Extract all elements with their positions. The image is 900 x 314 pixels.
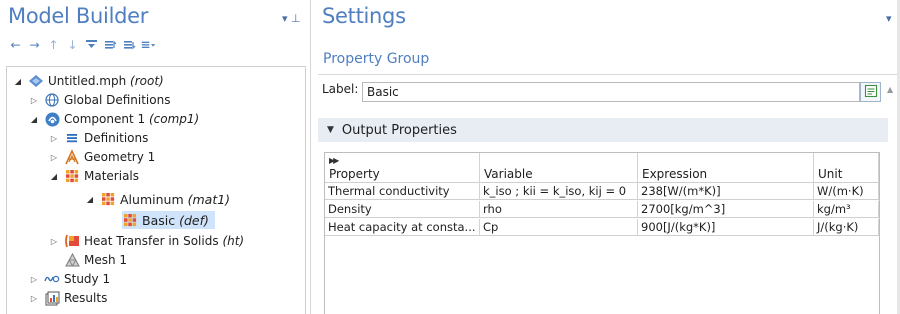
table-header: ▶▶ Property Variable Expression Unit xyxy=(325,153,879,183)
model-builder-title: Model Builder xyxy=(8,4,149,28)
section-output-properties[interactable]: ▼ Output Properties xyxy=(318,118,888,142)
table-row[interactable]: Thermal conductivity k_iso ; kii = k_iso… xyxy=(325,183,879,200)
cell-variable[interactable]: Cp xyxy=(480,219,638,236)
tree-node-root[interactable]: ◢ Untitled.mph (root) xyxy=(12,72,164,90)
list-menu-icon[interactable] xyxy=(141,37,156,53)
settings-menu-icon[interactable]: ▾ xyxy=(886,12,892,25)
tree-label: Component 1 xyxy=(64,112,146,126)
expand-arrow-icon[interactable]: ▷ xyxy=(28,96,40,105)
divider xyxy=(318,74,900,75)
material-icon xyxy=(100,191,116,207)
tree-node-global-definitions[interactable]: ▷ Global Definitions xyxy=(28,91,171,109)
model-icon xyxy=(28,73,44,89)
expand-arrow-icon[interactable]: ▷ xyxy=(48,237,60,246)
column-header-expression[interactable]: Expression xyxy=(638,153,814,183)
definitions-icon xyxy=(64,130,80,146)
model-builder-toolbar: ← → ↑ ↓ xyxy=(8,36,160,54)
column-header-property[interactable]: Property xyxy=(325,153,480,183)
globe-icon xyxy=(44,92,60,108)
component-icon xyxy=(44,111,60,127)
tree-node-definitions[interactable]: ▷ Definitions xyxy=(48,129,148,147)
collapse-icon[interactable] xyxy=(103,37,118,53)
tree-tag: (def) xyxy=(179,212,209,228)
tree-node-geometry[interactable]: ▷ Geometry 1 xyxy=(48,148,155,166)
label-input[interactable] xyxy=(362,82,860,102)
collapse-arrow-icon[interactable]: ▼ xyxy=(327,125,334,135)
column-header-variable[interactable]: Variable xyxy=(480,153,638,183)
tree-node-mesh[interactable]: Mesh 1 xyxy=(64,251,127,269)
column-header-unit[interactable]: Unit xyxy=(814,153,879,183)
cell-unit[interactable]: J/(kg·K) xyxy=(814,219,879,236)
cell-unit[interactable]: W/(m·K) xyxy=(814,183,879,200)
tree-node-heat-transfer[interactable]: ▷ Heat Transfer in Solids (ht) xyxy=(48,232,244,250)
cell-property[interactable]: Heat capacity at consta... xyxy=(325,219,480,236)
tree-tag: (comp1) xyxy=(148,112,200,126)
results-icon xyxy=(44,290,60,306)
tree-label: Definitions xyxy=(84,131,149,145)
tree-label: Aluminum xyxy=(120,191,184,207)
settings-panel: Settings ▾ Property Group Label: ▲ ▼ Out… xyxy=(318,0,900,314)
tree-label: Untitled.mph xyxy=(48,74,127,88)
arrow-left-icon[interactable]: ← xyxy=(8,37,23,53)
cell-variable[interactable]: rho xyxy=(480,201,638,218)
tree-tag: (root) xyxy=(130,74,164,88)
expand-arrow-icon[interactable]: ▷ xyxy=(48,134,60,143)
label-caption: Label: xyxy=(322,82,359,96)
label-row: Label: xyxy=(322,82,360,96)
tree-node-study[interactable]: ▷ Study 1 xyxy=(28,270,110,288)
expand-arrow-icon[interactable]: ▷ xyxy=(28,275,40,284)
materials-icon xyxy=(64,168,80,184)
cell-unit[interactable]: kg/m³ xyxy=(814,201,879,218)
tree-label: Mesh 1 xyxy=(84,253,128,267)
tree-node-component[interactable]: ◢ Component 1 (comp1) xyxy=(28,110,199,128)
arrow-right-icon[interactable]: → xyxy=(27,37,42,53)
geometry-icon xyxy=(64,149,80,165)
tree-node-basic-selected[interactable]: Basic (def) xyxy=(122,211,215,229)
rename-button[interactable] xyxy=(860,82,881,102)
edit-note-icon xyxy=(864,84,878,101)
model-builder-panel: Model Builder ▾ ⊥ ← → ↑ ↓ ◢ Untitled.mph… xyxy=(0,0,311,314)
collapse-arrow-icon[interactable]: ◢ xyxy=(12,77,24,86)
tree-node-aluminum[interactable]: ◢ Aluminum (mat1) xyxy=(84,190,230,208)
expand-arrow-icon[interactable]: ▷ xyxy=(48,153,60,162)
section-title: Output Properties xyxy=(341,122,457,138)
scroll-up-icon[interactable]: ▲ xyxy=(887,85,893,94)
collapse-arrow-icon[interactable]: ◢ xyxy=(48,172,60,181)
tree-label: Heat Transfer in Solids xyxy=(84,234,219,248)
output-properties-table: ▶▶ Property Variable Expression Unit The… xyxy=(324,152,880,314)
tree-tag: (mat1) xyxy=(187,191,231,207)
table-row[interactable]: Density rho 2700[kg/m^3] kg/m³ xyxy=(325,201,879,218)
property-group-icon xyxy=(122,212,138,228)
cell-variable[interactable]: k_iso ; kii = k_iso, kij = 0 xyxy=(480,183,638,200)
show-icon[interactable] xyxy=(84,37,99,53)
expand-icon[interactable] xyxy=(122,37,137,53)
tree-tag: (ht) xyxy=(222,234,245,248)
tree-node-materials[interactable]: ◢ Materials xyxy=(48,167,139,185)
tree-node-results[interactable]: ▷ Results xyxy=(28,289,107,307)
mesh-icon xyxy=(64,252,80,268)
settings-title: Settings xyxy=(322,4,406,28)
collapse-arrow-icon[interactable]: ◢ xyxy=(28,115,40,124)
heat-transfer-icon xyxy=(64,233,80,249)
cell-property[interactable]: Density xyxy=(325,201,480,218)
tree-label: Basic xyxy=(142,212,176,228)
collapse-arrow-icon[interactable]: ◢ xyxy=(84,195,96,204)
study-icon xyxy=(44,271,60,287)
tree-label: Materials xyxy=(84,169,140,183)
expand-arrow-icon[interactable]: ▷ xyxy=(28,294,40,303)
table-row[interactable]: Heat capacity at consta... Cp 900[J/(kg*… xyxy=(325,219,879,236)
cell-expression[interactable]: 238[W/(m*K)] xyxy=(638,183,814,200)
tree-label: Results xyxy=(64,291,108,305)
tree-label: Global Definitions xyxy=(64,93,171,107)
cell-expression[interactable]: 900[J/(kg*K)] xyxy=(638,219,814,236)
cell-expression[interactable]: 2700[kg/m^3] xyxy=(638,201,814,218)
pin-icon[interactable]: ⊥ xyxy=(291,12,301,25)
settings-subtitle: Property Group xyxy=(323,51,430,67)
panel-menu-icon[interactable]: ▾ ⊥ xyxy=(282,12,301,25)
tree-label: Geometry 1 xyxy=(84,150,156,164)
arrow-down-icon[interactable]: ↓ xyxy=(65,37,80,53)
cell-property[interactable]: Thermal conductivity xyxy=(325,183,480,200)
tree-label: Study 1 xyxy=(64,272,111,286)
arrow-up-icon[interactable]: ↑ xyxy=(46,37,61,53)
